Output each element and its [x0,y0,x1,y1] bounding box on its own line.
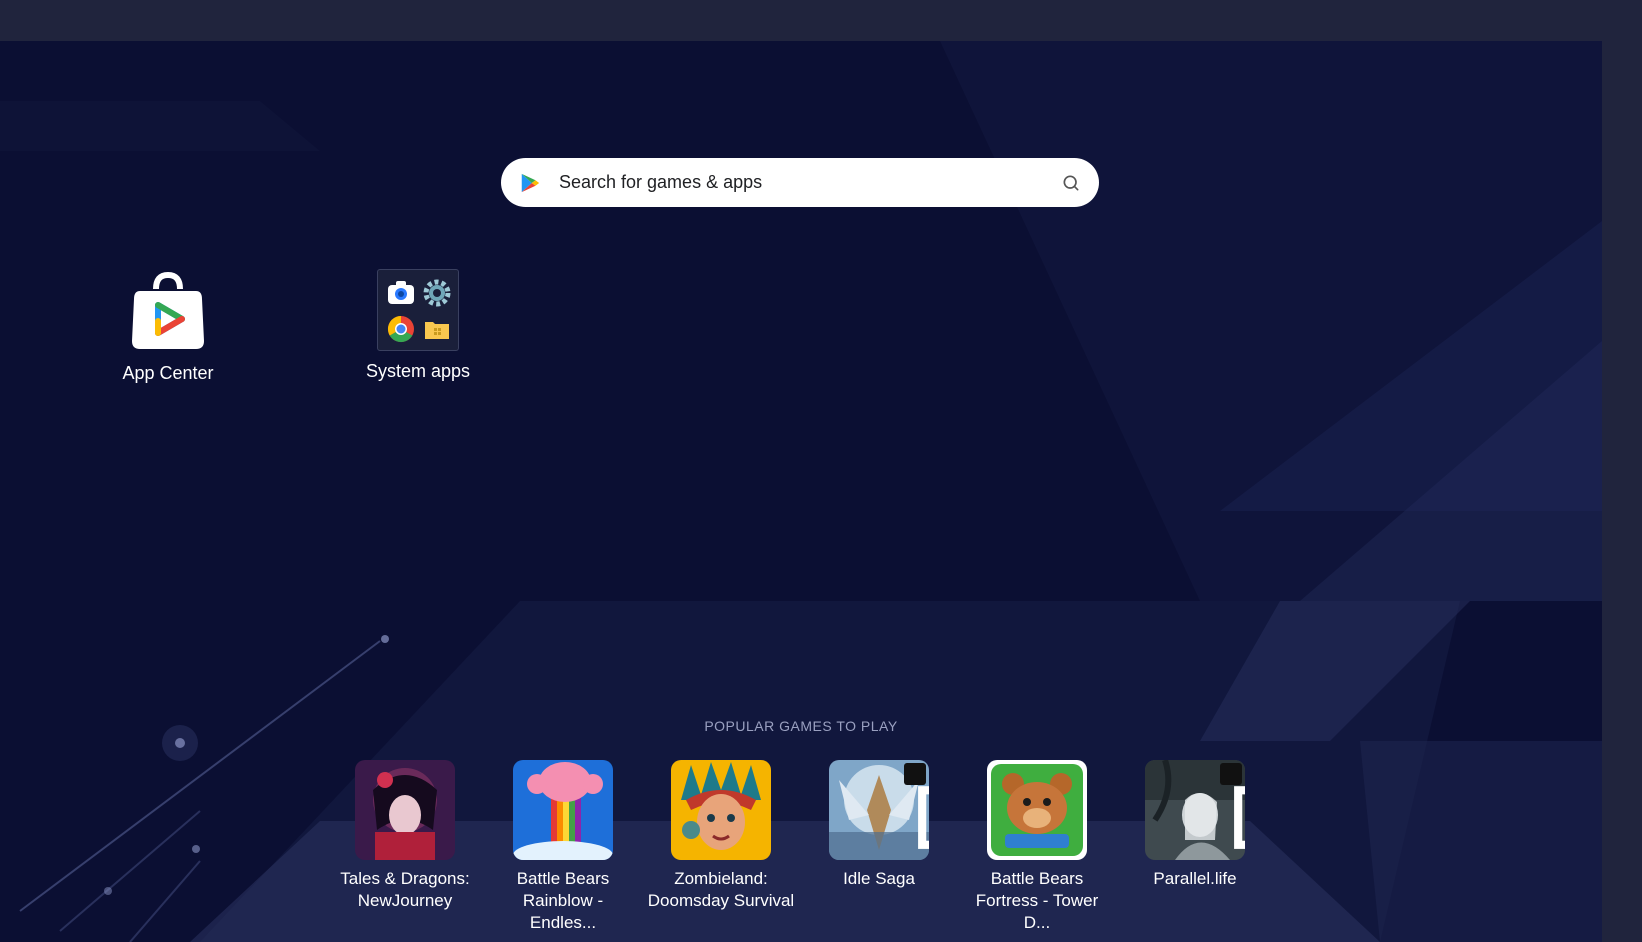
window-top-bar [0,0,1642,41]
game-title-line1: Battle Bears [990,869,1084,888]
settings-gear-icon [423,279,451,307]
google-play-icon [521,173,540,192]
game-title-line1: Battle Bears [516,869,610,888]
system-apps-label: System apps [365,361,471,381]
window-right-bar [1602,41,1642,942]
file-manager-icon [425,322,449,339]
game-title-line2: Rainblow - Endles... [522,891,604,932]
system-apps-folder[interactable]: System apps [343,269,493,382]
game-title-line1: Zombieland: [674,869,768,888]
game-tile-idle-saga[interactable]: Idle Saga [804,760,954,890]
game-title-line2: Doomsday Survival [647,891,795,910]
search-bar[interactable] [501,158,1099,207]
game-thumbnail [987,760,1087,860]
popular-games-row: Tales & Dragons: NewJourney Battle Bears… [330,760,1290,942]
game-thumbnail [671,760,771,860]
game-thumbnail [355,760,455,860]
game-tile-battle-bears-fortress[interactable]: Battle Bears Fortress - Tower D... [962,760,1112,934]
game-title-line1: Parallel.life [1153,869,1237,888]
chrome-icon [387,315,414,343]
game-tile-zombieland[interactable]: Zombieland: Doomsday Survival [646,760,796,912]
game-title-line2: Fortress - Tower D... [975,891,1099,932]
game-title-line2: NewJourney [357,891,453,910]
search-icon[interactable] [1061,173,1081,193]
desktop: App Center [0,41,1602,942]
game-thumbnail [1145,760,1245,860]
game-thumbnail [513,760,613,860]
game-tile-battle-bears-rainblow[interactable]: Battle Bears Rainblow - Endles... [488,760,638,934]
camera-icon [388,281,414,304]
folder-icon [377,269,459,351]
game-tile-tales-dragons[interactable]: Tales & Dragons: NewJourney [330,760,480,912]
app-center-bag-icon [132,271,204,349]
popular-section-title: POPULAR GAMES TO PLAY [704,718,898,734]
external-link-icon [904,763,929,849]
search-input[interactable] [557,171,1053,194]
app-center-label: App Center [122,363,214,383]
game-title-line1: Idle Saga [843,869,915,888]
game-thumbnail [829,760,929,860]
game-tile-parallel-life[interactable]: Parallel.life [1120,760,1270,890]
game-title-line1: Tales & Dragons: [340,869,470,888]
app-center-shortcut[interactable]: App Center [93,269,243,384]
external-link-icon [1220,763,1245,849]
